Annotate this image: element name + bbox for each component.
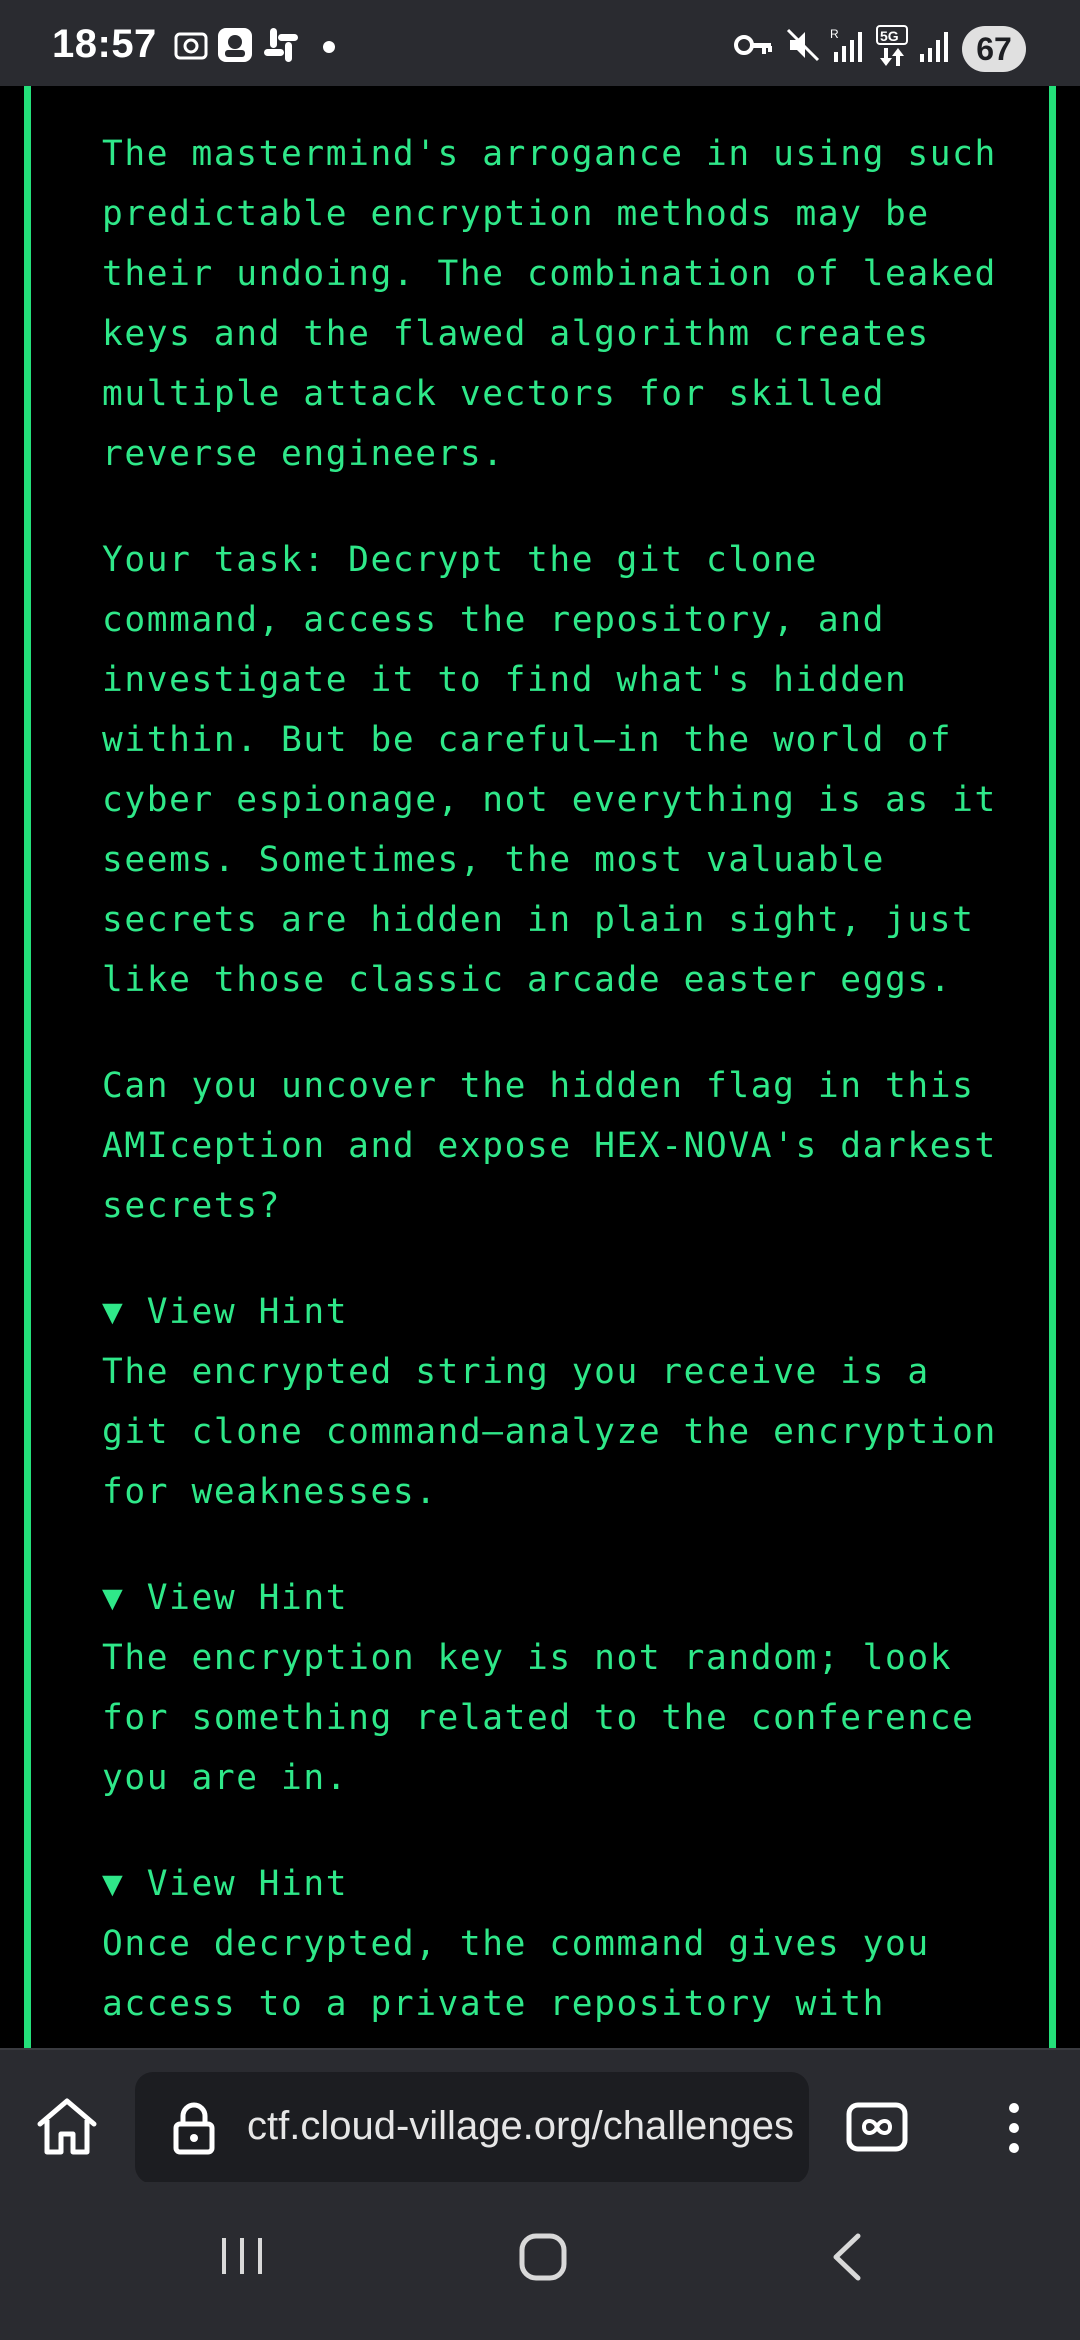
lock-icon[interactable] xyxy=(171,2100,217,2156)
panel-border-right xyxy=(1049,86,1056,2048)
hint-1: ▼ View Hint The encrypted string you rec… xyxy=(102,1282,1002,1522)
home-icon[interactable] xyxy=(34,2094,100,2160)
back-icon[interactable] xyxy=(828,2232,868,2282)
hint-text: The encrypted string you receive is a gi… xyxy=(102,1352,997,1512)
dot-icon xyxy=(323,41,335,53)
status-time: 18:57 xyxy=(52,22,157,66)
svg-text:R: R xyxy=(830,27,839,41)
hint-2: ▼ View Hint The encryption key is not ra… xyxy=(102,1568,1002,1808)
panel-border-left xyxy=(24,86,31,2048)
recent-apps-icon[interactable] xyxy=(218,2232,266,2280)
screenshot-icon xyxy=(174,32,208,60)
signal-icon: R xyxy=(830,27,862,62)
hint-toggle[interactable]: ▼ View Hint xyxy=(102,1282,1002,1342)
description-paragraph: Can you uncover the hidden flag in this … xyxy=(102,1066,997,1226)
browser-toolbar: ctf.cloud-village.org/challenges xyxy=(0,2048,1080,2184)
signal-icon xyxy=(920,32,948,62)
system-navigation-bar xyxy=(0,2182,1080,2340)
app-icon xyxy=(218,28,252,62)
hint-toggle[interactable]: ▼ View Hint xyxy=(102,1568,1002,1628)
status-bar: 18:57 R 5G 67 xyxy=(0,0,1080,86)
description-paragraph: Your task: Decrypt the git clone command… xyxy=(102,540,997,1000)
vpn-key-icon xyxy=(734,35,772,55)
hint-3: ▼ View Hint Once decrypted, the command … xyxy=(102,1854,1002,2034)
challenge-content: The mastermind's arrogance in using such… xyxy=(0,86,1080,2048)
description-paragraph: The mastermind's arrogance in using such… xyxy=(102,134,997,474)
mute-icon xyxy=(786,28,820,62)
hint-text: The encryption key is not random; look f… xyxy=(102,1638,975,1798)
address-bar[interactable]: ctf.cloud-village.org/challenges xyxy=(135,2072,809,2184)
battery-level: 67 xyxy=(962,26,1026,72)
hint-text: Once decrypted, the command gives you ac… xyxy=(102,1924,930,2024)
svg-text:5G: 5G xyxy=(880,28,899,44)
more-menu-icon[interactable] xyxy=(1004,2100,1024,2156)
url-text[interactable]: ctf.cloud-village.org/challenges xyxy=(247,2104,794,2149)
home-nav-icon[interactable] xyxy=(518,2232,568,2282)
challenge-description: The mastermind's arrogance in using such… xyxy=(102,124,1002,2048)
slack-icon xyxy=(264,28,298,62)
tab-switcher-icon[interactable] xyxy=(846,2102,908,2152)
5g-icon: 5G xyxy=(876,25,908,66)
hint-toggle[interactable]: ▼ View Hint xyxy=(102,1854,1002,1914)
